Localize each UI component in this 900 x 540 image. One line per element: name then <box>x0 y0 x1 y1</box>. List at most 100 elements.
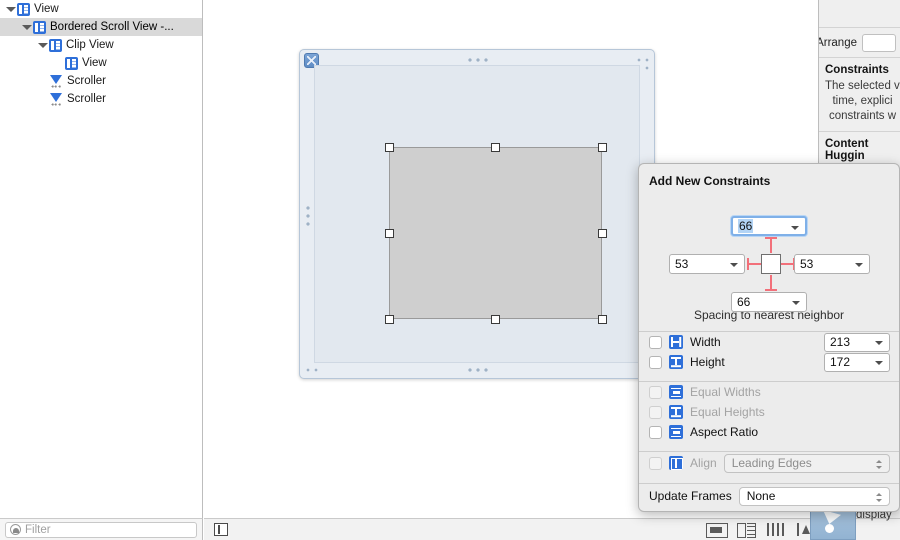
selection-handle-bottom-right[interactable] <box>598 315 607 324</box>
view-icon <box>33 21 46 34</box>
selection-handle-middle-right[interactable] <box>598 229 607 238</box>
xcode-interface-builder-window: View Bordered Scroll View -... Clip View Vi… <box>0 0 900 540</box>
selection-handle-top-right[interactable] <box>598 143 607 152</box>
window-corner-dot-a <box>637 58 641 62</box>
filter-input[interactable]: Filter <box>5 522 197 538</box>
outline-row-label: View <box>82 57 107 70</box>
document-outline-panel: View Bordered Scroll View -... Clip View Vi… <box>0 0 203 518</box>
width-checkbox[interactable] <box>649 336 662 349</box>
selection-handle-top-left[interactable] <box>385 143 394 152</box>
outline-row[interactable]: Bordered Scroll View -... <box>0 18 202 36</box>
window-top-handle-dots <box>467 58 489 62</box>
bottom-connector-cap <box>765 289 777 291</box>
content-hugging-heading: Content Huggin <box>825 138 900 162</box>
align-icon <box>669 456 683 470</box>
scroller-icon <box>49 75 63 88</box>
pin-button[interactable] <box>766 521 786 538</box>
align-popup-button[interactable]: Leading Edges <box>724 454 890 473</box>
outline-row[interactable]: Clip View <box>0 36 202 54</box>
top-spacing-value: 66 <box>738 219 753 233</box>
bottom-spacing-field[interactable]: 66 <box>731 292 807 312</box>
stack-view-button[interactable] <box>706 521 726 538</box>
constraints-desc-line-2: constraints w <box>825 109 900 124</box>
equal-heights-checkbox[interactable] <box>649 406 662 419</box>
align-popup-value: Leading Edges <box>732 456 812 470</box>
chevron-down-icon[interactable] <box>855 263 863 267</box>
height-checkbox[interactable] <box>649 356 662 369</box>
disclosure-triangle-icon[interactable] <box>36 39 48 51</box>
height-constraint-icon <box>669 355 683 369</box>
equal-heights-row: Equal Heights <box>639 402 899 422</box>
window-preview[interactable] <box>299 49 655 379</box>
disclosure-spacer <box>52 57 64 69</box>
top-spacing-field[interactable]: 66 <box>731 216 807 236</box>
right-spacing-value: 53 <box>800 257 813 271</box>
outline-row[interactable]: View <box>0 0 202 18</box>
chevron-down-icon[interactable] <box>792 301 800 305</box>
window-corner-dot-c <box>645 66 649 70</box>
outline-row[interactable]: Scroller <box>0 72 202 90</box>
window-bottom-handle-dots <box>467 368 489 372</box>
disclosure-triangle-icon[interactable] <box>4 3 16 15</box>
aspect-ratio-checkbox[interactable] <box>649 426 662 439</box>
chevron-down-icon[interactable] <box>791 226 799 230</box>
equal-heights-label: Equal Heights <box>690 405 765 419</box>
align-checkbox[interactable] <box>649 457 662 470</box>
top-connector-cap <box>765 237 777 239</box>
view-icon <box>49 39 62 52</box>
height-value-field[interactable]: 172 <box>824 353 890 372</box>
left-spacing-field[interactable]: 53 <box>669 254 745 274</box>
canvas-gutter <box>204 0 210 518</box>
outline-row-label: Clip View <box>66 39 114 52</box>
width-constraint-icon <box>669 335 683 349</box>
selected-view[interactable] <box>389 147 602 319</box>
chevron-updown-icon <box>876 491 883 504</box>
chevron-updown-icon <box>876 458 883 471</box>
align-button[interactable] <box>736 521 756 538</box>
align-label: Align <box>690 456 717 470</box>
right-spacing-field[interactable]: 53 <box>794 254 870 274</box>
outline-row[interactable]: View <box>0 54 202 72</box>
constraints-heading: Constraints <box>825 64 900 76</box>
relation-constraint-rows: Equal WidthsEqual HeightsAspect Ratio <box>639 382 899 442</box>
chevron-down-icon[interactable] <box>730 263 738 267</box>
equal-widths-checkbox[interactable] <box>649 386 662 399</box>
width-value: 213 <box>830 335 850 349</box>
left-spacing-value: 53 <box>675 257 688 271</box>
outline-row-label: View <box>34 3 59 16</box>
clip-view-area <box>314 65 640 363</box>
outline-row-label: Scroller <box>67 75 106 88</box>
update-frames-popup-button[interactable]: None <box>739 487 890 506</box>
width-value-field[interactable]: 213 <box>824 333 890 352</box>
chevron-down-icon[interactable] <box>875 361 883 365</box>
width-row: Width213 <box>639 332 899 352</box>
outline-row[interactable]: Scroller <box>0 90 202 108</box>
height-label: Height <box>690 355 725 369</box>
inspector-toolbar <box>819 0 900 28</box>
equal-widths-icon <box>669 385 683 399</box>
constraints-desc-line-1: time, explici <box>825 94 900 109</box>
add-new-constraints-popover: Add New Constraints 66 53 53 <box>638 163 900 512</box>
aspect-ratio-icon <box>669 425 683 439</box>
update-frames-label: Update Frames <box>649 489 732 503</box>
chevron-down-icon[interactable] <box>875 341 883 345</box>
equal-heights-icon <box>669 405 683 419</box>
height-value: 172 <box>830 355 850 369</box>
selection-handle-bottom-center[interactable] <box>491 315 500 324</box>
disclosure-spacer <box>36 93 48 105</box>
autolayout-toolbar <box>706 521 816 538</box>
selection-handle-bottom-left[interactable] <box>385 315 394 324</box>
selection-handle-middle-left[interactable] <box>385 229 394 238</box>
bottom-spacing-value: 66 <box>737 295 750 309</box>
document-outline-icon[interactable] <box>214 523 228 536</box>
outline-filter-bar: Filter <box>0 518 203 540</box>
selection-handle-top-center[interactable] <box>491 143 500 152</box>
height-row: Height 172 <box>639 352 899 372</box>
top-connector-line <box>770 237 772 253</box>
disclosure-triangle-icon[interactable] <box>20 21 32 33</box>
align-row: Align Leading Edges <box>639 452 899 474</box>
arrange-popup-button[interactable] <box>862 34 896 52</box>
filter-icon <box>10 524 21 535</box>
constraints-desc-line-0: The selected vie <box>825 79 900 94</box>
outline-tree: View Bordered Scroll View -... Clip View Vi… <box>0 0 202 108</box>
